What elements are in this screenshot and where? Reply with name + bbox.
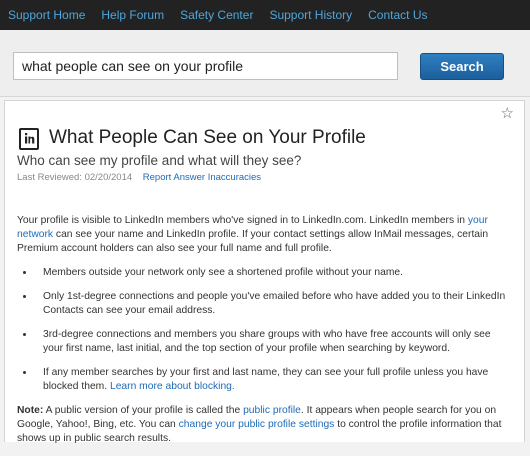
article-subtitle: Who can see my profile and what will the…	[17, 153, 302, 168]
article-card: ☆ What People Can See on Your Profile Wh…	[4, 100, 525, 444]
nav-help-forum[interactable]: Help Forum	[101, 8, 164, 22]
article-meta: Last Reviewed: 02/20/2014 Report Answer …	[17, 172, 261, 183]
search-input[interactable]	[13, 52, 398, 80]
visibility-list: Members outside your network only see a …	[17, 266, 507, 394]
list-item: Only 1st-degree connections and people y…	[35, 290, 507, 318]
list-item: If any member searches by your first and…	[35, 366, 507, 394]
list-item: 3rd-degree connections and members you s…	[35, 328, 507, 356]
change-public-profile-settings-link[interactable]: change your public profile settings	[179, 419, 335, 430]
learn-more-blocking-link[interactable]: Learn more about blocking.	[110, 381, 235, 392]
last-reviewed-date: Last Reviewed: 02/20/2014	[17, 172, 133, 183]
star-icon[interactable]: ☆	[501, 104, 514, 122]
top-navigation: Support Home Help Forum Safety Center Su…	[0, 0, 530, 30]
report-inaccuracies-link[interactable]: Report Answer Inaccuracies	[143, 172, 261, 183]
nav-contact-us[interactable]: Contact Us	[368, 8, 427, 22]
intro-paragraph: Your profile is visible to LinkedIn memb…	[17, 215, 489, 254]
nav-support-home[interactable]: Support Home	[8, 8, 85, 22]
public-profile-link[interactable]: public profile	[243, 405, 301, 416]
nav-support-history[interactable]: Support History	[269, 8, 352, 22]
search-bar: Search	[0, 30, 530, 97]
note-label: Note:	[17, 405, 44, 416]
list-item: Members outside your network only see a …	[35, 266, 507, 280]
note-paragraph: Note: A public version of your profile i…	[17, 405, 502, 444]
search-button[interactable]: Search	[420, 53, 504, 80]
nav-safety-center[interactable]: Safety Center	[180, 8, 253, 22]
article-body: Your profile is visible to LinkedIn memb…	[17, 214, 507, 456]
article-title: What People Can See on Your Profile	[49, 127, 366, 148]
document-icon	[19, 128, 39, 150]
